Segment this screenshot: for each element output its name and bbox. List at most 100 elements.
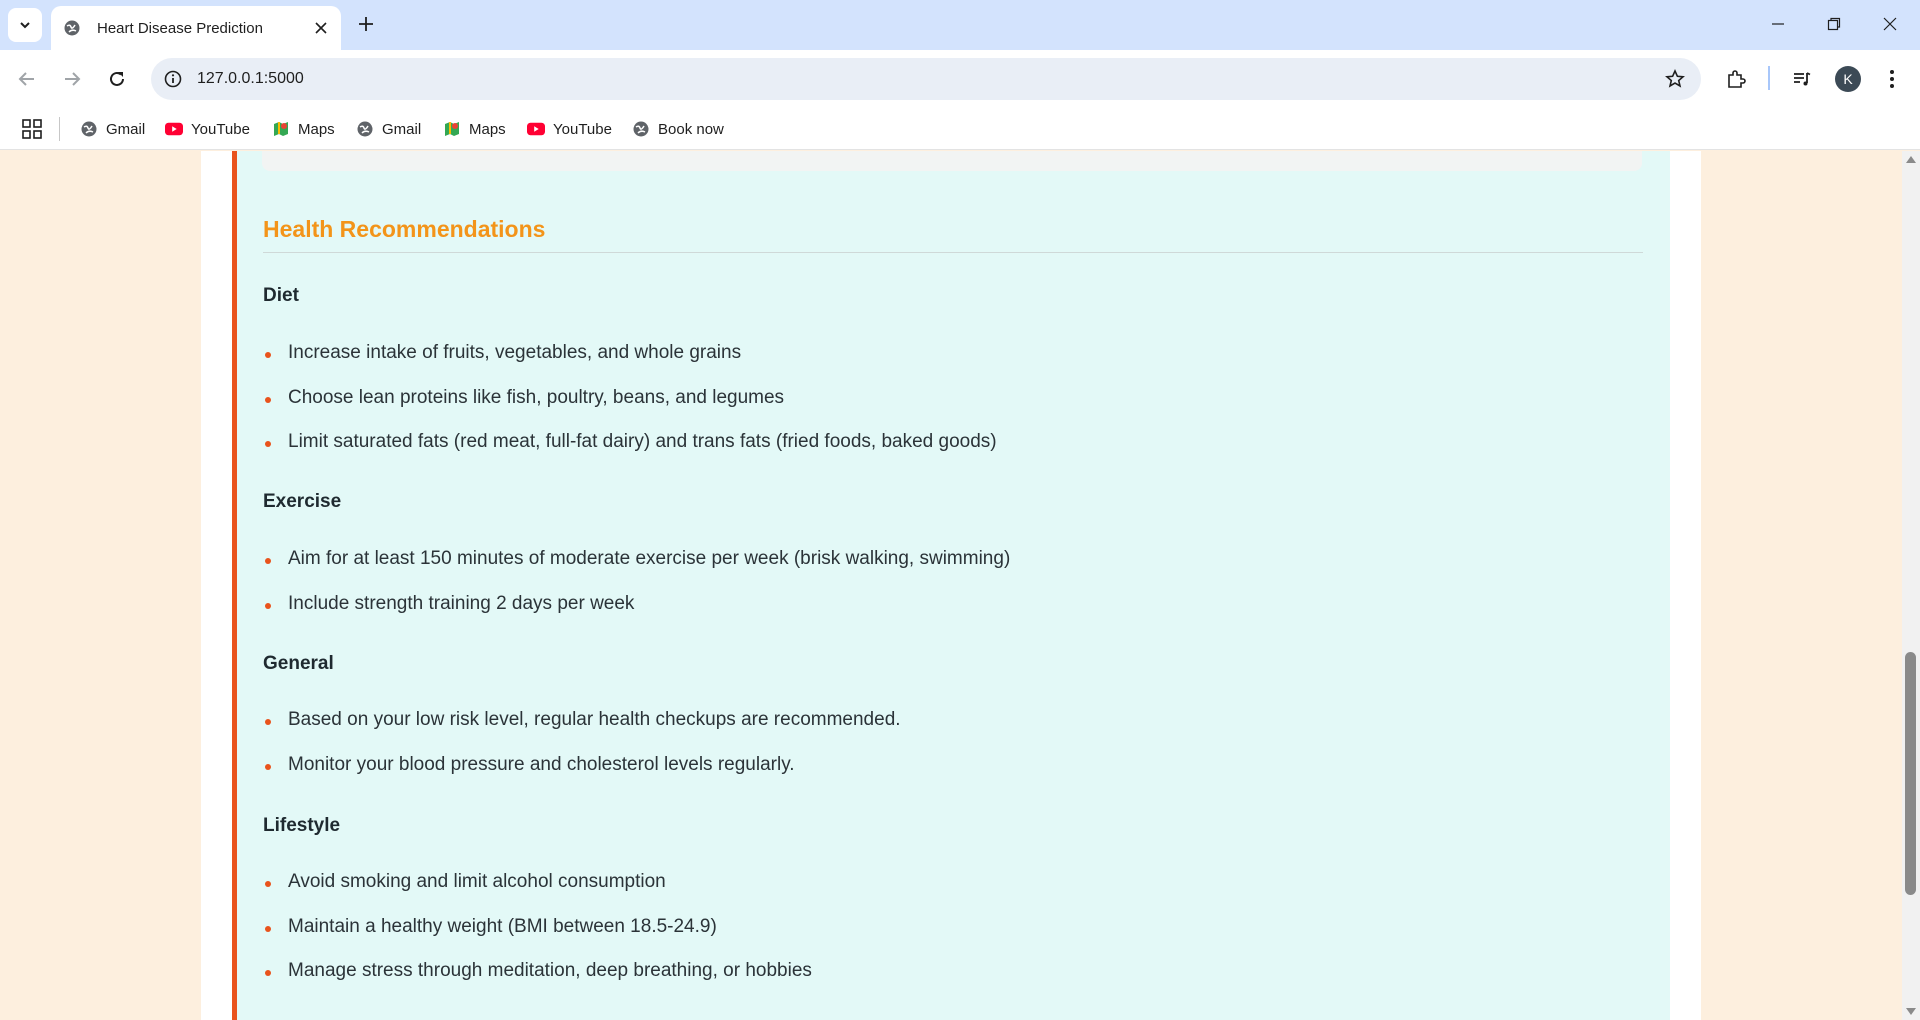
section-heading-general: General	[263, 653, 334, 674]
bullet-icon	[265, 441, 271, 447]
bookmark-maps[interactable]: Maps	[272, 116, 335, 142]
scroll-down-arrow-icon[interactable]	[1906, 1008, 1916, 1015]
list-item: Based on your low risk level, regular he…	[263, 708, 901, 753]
item-text: Maintain a healthy weight (BMI between 1…	[288, 915, 717, 937]
bookmarks-divider	[59, 117, 60, 141]
item-text: Aim for at least 150 minutes of moderate…	[288, 548, 1011, 569]
list-item: Manage stress through meditation, deep b…	[263, 959, 812, 1004]
bookmark-label: YouTube	[553, 120, 612, 138]
maps-icon	[272, 120, 290, 138]
section-heading-exercise: Exercise	[263, 491, 342, 512]
maps-icon	[443, 120, 461, 138]
toolbar-divider	[1768, 66, 1770, 90]
item-text: Limit saturated fats (red meat, full-fat…	[288, 431, 997, 452]
list-item: Maintain a healthy weight (BMI between 1…	[263, 915, 812, 960]
youtube-icon	[527, 120, 545, 138]
section-heading-lifestyle: Lifestyle	[263, 815, 341, 836]
bookmark-gmail-2[interactable]: Gmail	[356, 116, 421, 142]
item-text: Include strength training 2 days per wee…	[288, 592, 635, 614]
restore-button[interactable]	[1806, 0, 1862, 48]
arrow-right-icon	[65, 72, 81, 86]
scrollbar-thumb[interactable]	[1905, 652, 1916, 895]
profile-avatar[interactable]: K	[1835, 66, 1861, 92]
bullet-icon	[265, 558, 271, 564]
globe-icon	[63, 19, 81, 37]
site-info-icon[interactable]	[161, 67, 185, 91]
bookmark-star-icon[interactable]	[1663, 67, 1687, 91]
content-container: Health Recommendations Diet Increase int…	[201, 151, 1701, 1020]
tab-search-button[interactable]	[8, 8, 42, 42]
bullet-icon	[265, 763, 271, 770]
chevron-down-icon	[20, 22, 30, 29]
scroll-up-arrow-icon[interactable]	[1906, 156, 1916, 163]
minimize-button[interactable]	[1750, 0, 1806, 48]
close-window-button[interactable]	[1862, 0, 1918, 48]
list-item: Increase intake of fruits, vegetables, a…	[263, 341, 997, 386]
bookmark-label: Maps	[298, 120, 335, 138]
vertical-scrollbar[interactable]	[1902, 151, 1920, 1020]
reload-icon	[110, 71, 124, 86]
bullet-icon	[265, 719, 271, 725]
reload-button[interactable]	[99, 61, 135, 97]
bookmark-gmail[interactable]: Gmail	[80, 116, 145, 142]
bookmark-label: Book now	[658, 120, 724, 138]
list-item: Aim for at least 150 minutes of moderate…	[263, 547, 1010, 592]
item-text: Manage stress through meditation, deep b…	[288, 960, 812, 981]
globe-icon	[80, 120, 98, 138]
item-text: Monitor your blood pressure and choleste…	[288, 753, 795, 775]
bullet-icon	[265, 352, 271, 358]
media-controls-icon[interactable]	[1788, 65, 1816, 93]
page-viewport: Health Recommendations Diet Increase int…	[0, 151, 1920, 1020]
forward-button[interactable]	[54, 61, 90, 97]
arrow-left-icon	[18, 72, 34, 86]
title-divider	[263, 252, 1643, 253]
tab-strip: Heart Disease Prediction	[0, 0, 1920, 50]
item-text: Avoid smoking and limit alcohol consumpt…	[288, 871, 666, 892]
url-text[interactable]: 127.0.0.1:5000	[197, 70, 304, 88]
extensions-icon[interactable]	[1722, 65, 1750, 93]
item-text: Based on your low risk level, regular he…	[288, 709, 901, 730]
list-item: Choose lean proteins like fish, poultry,…	[263, 386, 997, 431]
bookmark-label: Gmail	[106, 120, 146, 138]
minimize-icon	[1772, 23, 1784, 25]
bookmark-maps-2[interactable]: Maps	[443, 116, 506, 142]
bookmark-youtube[interactable]: YouTube	[165, 116, 250, 142]
new-tab-button[interactable]	[352, 10, 380, 38]
list-item: Avoid smoking and limit alcohol consumpt…	[263, 870, 812, 915]
bookmarks-bar: Gmail YouTube Maps Gmail Maps YouTube Bo…	[0, 108, 1920, 150]
item-text: Increase intake of fruits, vegetables, a…	[288, 342, 742, 363]
active-tab[interactable]: Heart Disease Prediction	[51, 6, 341, 50]
browser-toolbar: 127.0.0.1:5000	[0, 50, 1920, 108]
address-bar[interactable]: 127.0.0.1:5000	[151, 58, 1701, 100]
bookmark-label: Gmail	[382, 120, 422, 138]
bookmark-book-now[interactable]: Book now	[632, 116, 724, 142]
lifestyle-list: Avoid smoking and limit alcohol consumpt…	[263, 870, 812, 1004]
item-text: Choose lean proteins like fish, poultry,…	[288, 386, 785, 408]
bullet-icon	[265, 881, 271, 887]
bookmark-label: Maps	[469, 120, 506, 138]
general-list: Based on your low risk level, regular he…	[263, 708, 901, 797]
bookmark-youtube-2[interactable]: YouTube	[527, 116, 612, 142]
section-heading-diet: Diet	[263, 285, 299, 306]
globe-icon	[356, 120, 374, 138]
restore-icon	[1827, 17, 1841, 31]
bookmark-label: YouTube	[191, 120, 250, 138]
more-menu-icon[interactable]	[1878, 65, 1906, 93]
exercise-list: Aim for at least 150 minutes of moderate…	[263, 547, 1010, 636]
bullet-icon	[265, 602, 271, 609]
close-tab-icon[interactable]	[311, 18, 331, 38]
bullet-icon	[265, 396, 271, 403]
globe-icon	[632, 120, 650, 138]
recommendations-card: Health Recommendations Diet Increase int…	[232, 151, 1670, 1020]
bullet-icon	[265, 970, 271, 976]
diet-list: Increase intake of fruits, vegetables, a…	[263, 341, 997, 475]
youtube-icon	[165, 120, 183, 138]
close-icon	[1883, 17, 1897, 31]
plus-icon	[359, 17, 373, 31]
list-item: Monitor your blood pressure and choleste…	[263, 753, 901, 798]
previous-section-block	[262, 151, 1642, 171]
bullet-icon	[265, 925, 271, 932]
apps-grid-icon[interactable]	[20, 117, 44, 141]
list-item: Limit saturated fats (red meat, full-fat…	[263, 430, 997, 475]
back-button[interactable]	[9, 61, 45, 97]
